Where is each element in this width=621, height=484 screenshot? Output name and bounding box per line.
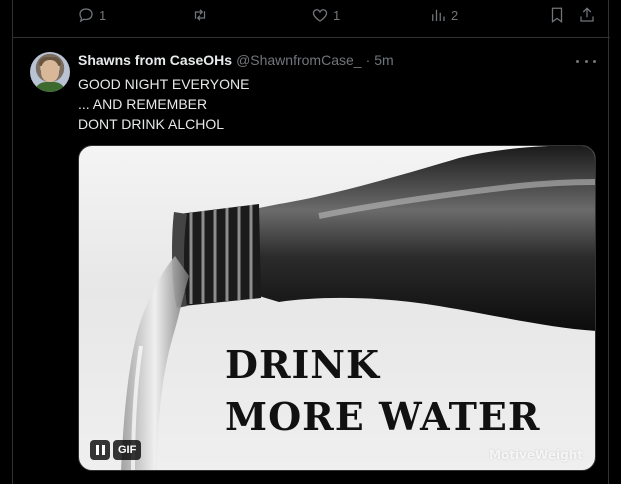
- tweet-header: Shawns from CaseOHs @ShawnfromCase_ · 5m: [78, 52, 394, 68]
- more-icon: [576, 59, 596, 63]
- gif-media[interactable]: DRINK MORE WATER MotiveWeight GIF: [78, 145, 596, 471]
- pause-button[interactable]: [90, 440, 110, 460]
- tweet-text: GOOD NIGHT EVERYONE ... AND REMEMBER DON…: [78, 76, 250, 132]
- reply-button[interactable]: 1: [77, 6, 106, 24]
- share-icon: [580, 7, 594, 22]
- retweet-button[interactable]: [191, 6, 213, 24]
- reply-icon: [79, 8, 93, 23]
- share-button[interactable]: [578, 6, 596, 24]
- bookmark-icon: [551, 7, 563, 24]
- reply-count: 1: [99, 7, 107, 23]
- views-icon: [432, 9, 445, 21]
- gif-caption-line2: MORE WATER: [225, 394, 541, 439]
- like-button[interactable]: 1: [311, 6, 340, 24]
- avatar[interactable]: [30, 52, 70, 92]
- user-handle[interactable]: @ShawnfromCase_: [236, 52, 362, 68]
- view-count: 2: [451, 7, 459, 23]
- bookmark-button[interactable]: [548, 6, 566, 24]
- separator-dot: ·: [365, 52, 371, 68]
- previous-tweet-action-bar: 1 1 2: [13, 0, 610, 38]
- more-options-button[interactable]: [576, 54, 596, 68]
- gif-caption-line1: DRINK: [225, 342, 381, 387]
- timeline: 1 1 2 Shawns from CaseOHs @ShawnfromCase…: [12, 0, 610, 484]
- like-count: 1: [333, 7, 341, 23]
- watermark: MotiveWeight: [489, 448, 583, 462]
- gif-badge: GIF: [113, 440, 142, 460]
- like-icon: [312, 9, 328, 22]
- gif-controls: GIF: [90, 440, 142, 460]
- pause-icon: [95, 445, 105, 455]
- display-name[interactable]: Shawns from CaseOHs: [78, 52, 232, 68]
- timestamp[interactable]: 5m: [374, 52, 393, 68]
- views-button[interactable]: 2: [429, 6, 458, 24]
- retweet-icon: [194, 9, 206, 21]
